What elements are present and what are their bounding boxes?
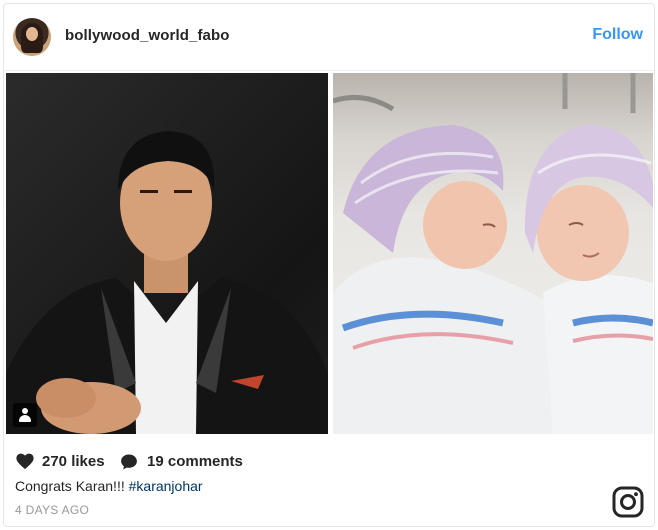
instagram-logo-icon[interactable]: [612, 486, 644, 518]
post-caption: Congrats Karan!!! #karanjohar: [15, 478, 203, 494]
twins-illustration: [333, 73, 653, 434]
instagram-post-card: bollywood_world_fabo Follow 270 likes 19…: [3, 3, 655, 527]
follow-button[interactable]: Follow: [592, 26, 643, 44]
post-timestamp[interactable]: 4 DAYS AGO: [15, 503, 89, 517]
username[interactable]: bollywood_world_fabo: [65, 27, 230, 44]
hashtag-link[interactable]: #karanjohar: [129, 478, 203, 494]
portrait-illustration: [6, 131, 328, 434]
post-header: bollywood_world_fabo Follow: [4, 4, 654, 70]
likes-count[interactable]: 270 likes: [42, 453, 105, 470]
comments-count[interactable]: 19 comments: [147, 453, 243, 470]
portrait-photo: [6, 73, 328, 434]
comment-bubble-icon[interactable]: [119, 452, 139, 472]
post-media[interactable]: [6, 73, 653, 434]
post-stats: 270 likes 19 comments: [15, 450, 415, 472]
user-tag-icon[interactable]: [13, 403, 37, 427]
newborn-twins-photo: [333, 73, 653, 434]
avatar-face: [26, 27, 38, 41]
caption-text: Congrats Karan!!!: [15, 478, 129, 494]
avatar[interactable]: [13, 18, 51, 56]
heart-icon[interactable]: [15, 452, 35, 470]
header-divider: [4, 70, 654, 71]
